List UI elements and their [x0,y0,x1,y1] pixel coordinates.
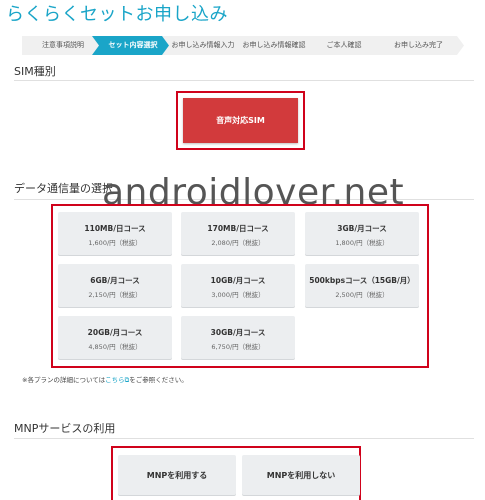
plan-name: 110MB/日コース [84,224,146,233]
progress-steps: 注意事項説明 セット内容選択 お申し込み情報入力 お申し込み情報確認 ご本人確認… [22,36,464,55]
plan-name: 170MB/日コース [207,224,269,233]
plan-name: 20GB/月コース [87,328,143,337]
plan-price: 6,750/円（税抜） [211,343,265,351]
plan-20gb-month[interactable]: 20GB/月コース 4,850/円（税抜） [58,316,172,359]
page-title: らくらくセットお申し込み [6,4,228,25]
plan-name: 500kbpsコース（15GB/月） [309,276,415,285]
step-application-confirm: お申し込み情報確認 [233,36,315,55]
plan-110mb-day[interactable]: 110MB/日コース 1,600/円（税抜） [58,212,172,255]
step-plan-selection: セット内容選択 [92,36,174,55]
plan-170mb-day[interactable]: 170MB/日コース 2,080/円（税抜） [181,212,295,255]
plan-price: 1,800/円（税抜） [335,239,389,247]
note-suffix: をご参照ください。 [129,376,188,384]
plan-details-note: ※各プランの詳細についてはこちら⧉をご参照ください。 [22,374,188,385]
plan-30gb-month[interactable]: 30GB/月コース 6,750/円（税抜） [181,316,295,359]
step-notice: 注意事項説明 [22,36,104,55]
mnp-not-use-button[interactable]: MNPを利用しない [242,455,360,495]
plan-price: 4,850/円（税抜） [88,343,142,351]
plan-price: 3,000/円（税抜） [211,291,265,299]
section-divider [14,80,474,81]
plan-name: 3GB/月コース [337,224,387,233]
plan-name: 10GB/月コース [210,276,266,285]
plan-3gb-month[interactable]: 3GB/月コース 1,800/円（税抜） [305,212,419,255]
plan-price: 2,500/円（税抜） [335,291,389,299]
step-application-input: お申し込み情報入力 [162,36,244,55]
plan-name: 30GB/月コース [210,328,266,337]
plan-price: 2,080/円（税抜） [211,239,265,247]
step-complete: お申し込み完了 [373,36,464,55]
sim-voice-option-button[interactable]: 音声対応SIM [183,98,298,143]
mnp-use-button[interactable]: MNPを利用する [118,455,236,495]
sim-section-title: SIM種別 [14,65,56,78]
plan-price: 1,600/円（税抜） [88,239,142,247]
data-plan-section-title: データ通信量の選択 [14,182,113,195]
section-divider [14,438,474,439]
step-identity-check: ご本人確認 [303,36,385,55]
mnp-section-title: MNPサービスの利用 [14,422,116,435]
plan-price: 2,150/円（税抜） [88,291,142,299]
note-prefix: ※各プランの詳細については [22,376,106,384]
plan-10gb-month[interactable]: 10GB/月コース 3,000/円（税抜） [181,264,295,307]
plan-500kbps[interactable]: 500kbpsコース（15GB/月） 2,500/円（税抜） [305,264,419,307]
plan-details-link[interactable]: こちら [105,376,125,384]
plan-name: 6GB/月コース [90,276,140,285]
plan-6gb-month[interactable]: 6GB/月コース 2,150/円（税抜） [58,264,172,307]
